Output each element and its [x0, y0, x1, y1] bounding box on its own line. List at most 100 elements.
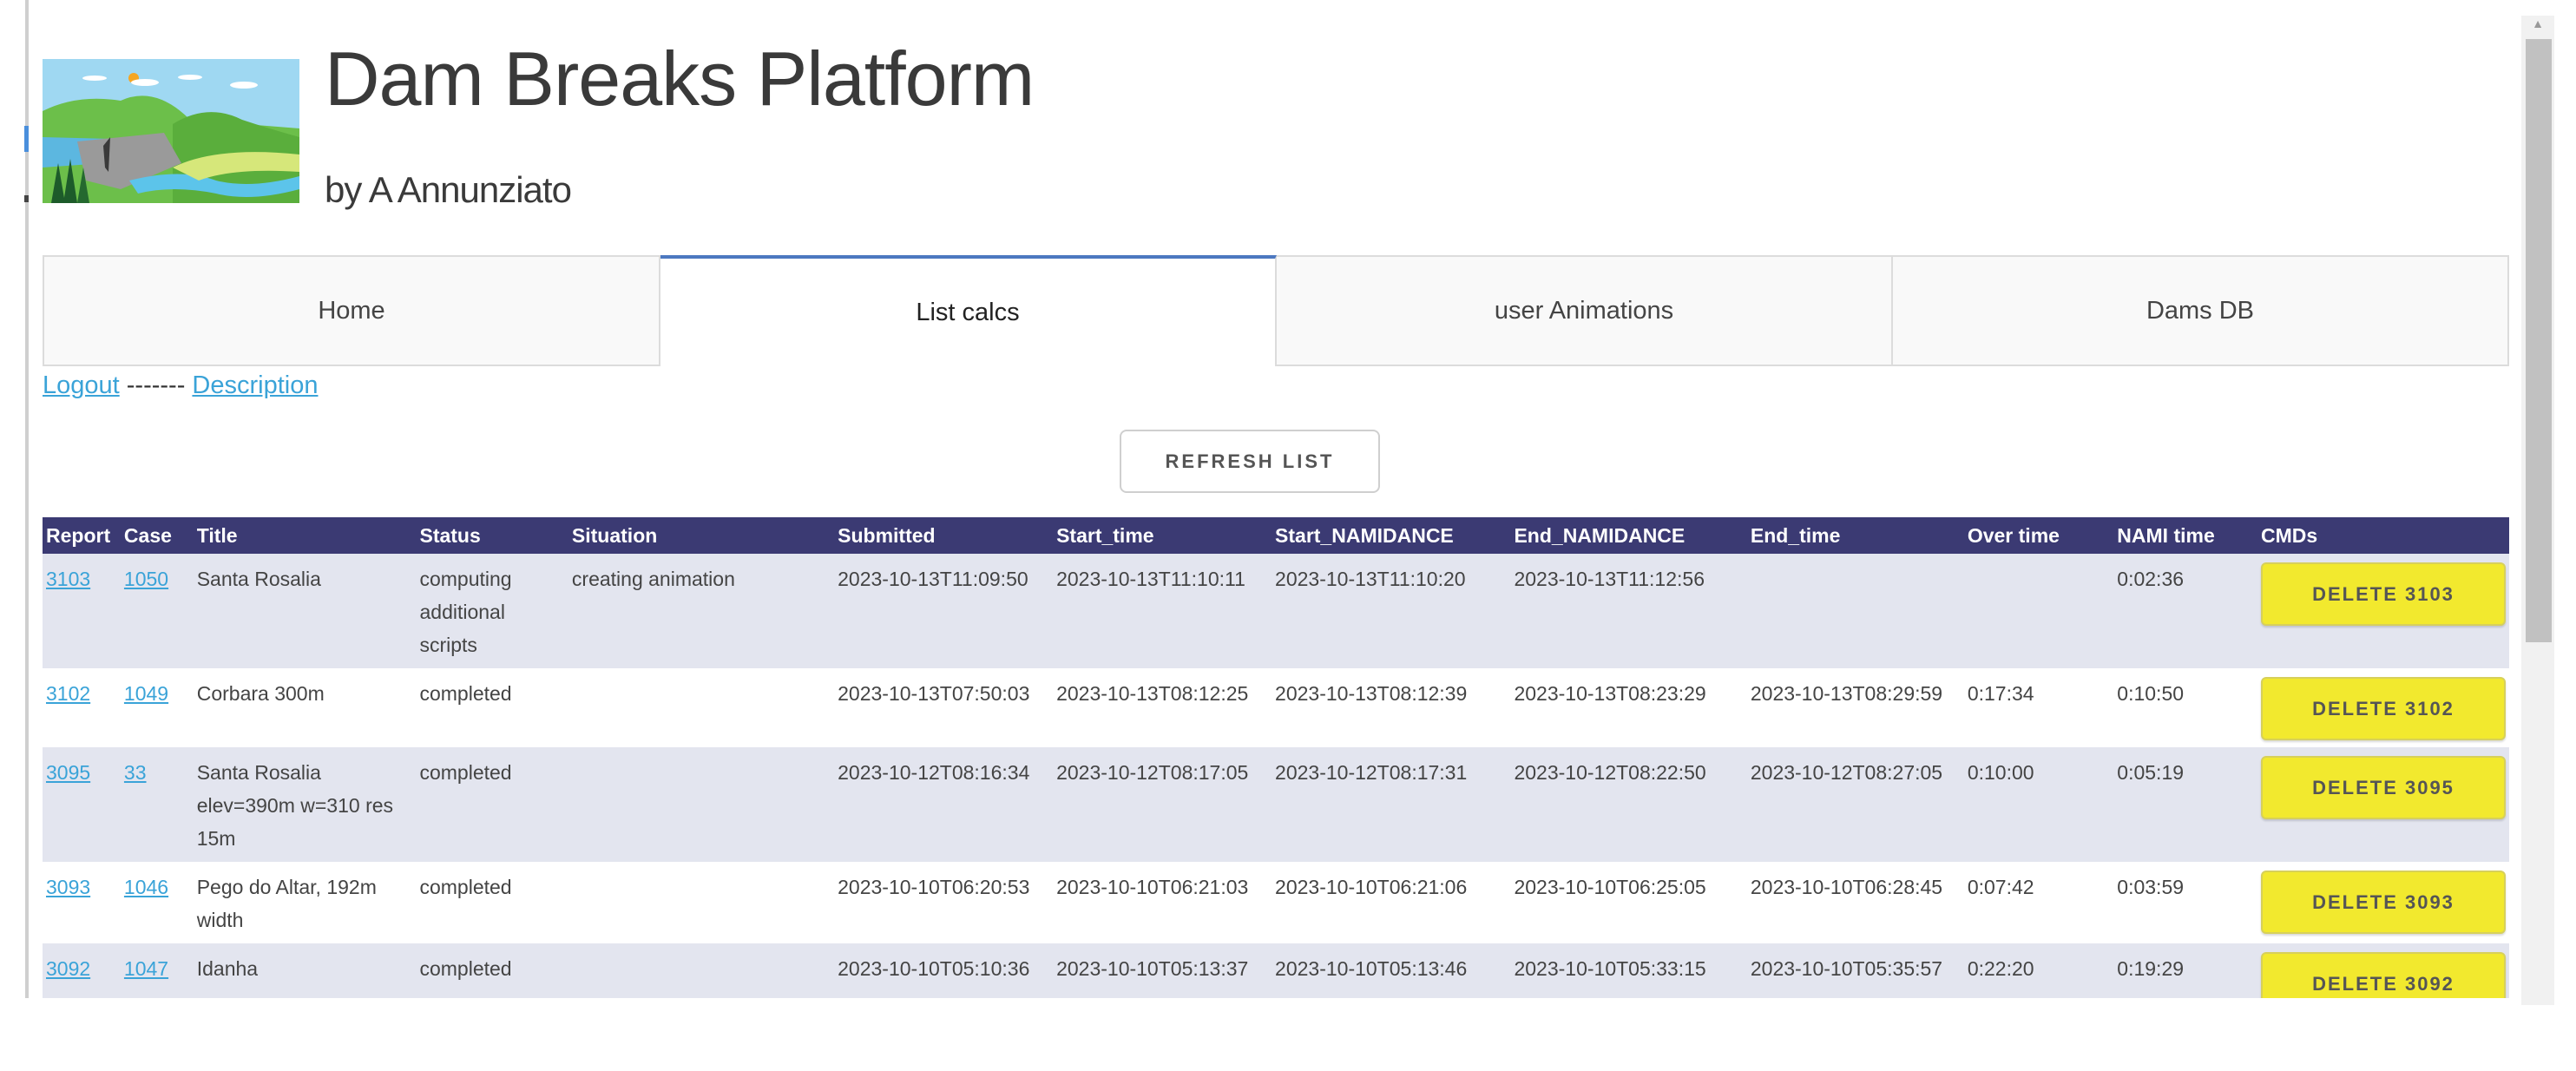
- status-cell: completed: [419, 761, 512, 784]
- case-link[interactable]: 1046: [124, 876, 168, 898]
- end-time-cell: [1746, 554, 1964, 668]
- end-namidance-cell: 2023-10-10T05:33:15: [1514, 957, 1706, 980]
- scrollbar-thumb[interactable]: [2526, 39, 2552, 642]
- start-namidance-cell: 2023-10-13T08:12:39: [1272, 668, 1511, 747]
- over-time-cell: 0:10:00: [1967, 761, 2034, 784]
- title-cell: Santa Rosalia elev=390m w=310 res 15m: [196, 761, 394, 850]
- table-row: 3093 1046 Pego do Altar, 192m width complet…: [43, 862, 2509, 943]
- end-namidance-cell: 2023-10-10T06:25:05: [1510, 862, 1747, 943]
- report-cell: 3103: [43, 554, 121, 668]
- column-header-submitted: Submitted: [834, 517, 1054, 554]
- tab-list-calcs[interactable]: List calcs: [660, 255, 1277, 366]
- end-namidance-cell: 2023-10-13T11:12:56: [1510, 554, 1747, 668]
- over-time-cell: 0:17:34: [1963, 668, 2114, 747]
- over-time-cell: 0:10:00: [1963, 747, 2114, 862]
- tab-dams-db[interactable]: Dams DB: [1893, 255, 2509, 366]
- case-cell: 33: [120, 747, 194, 862]
- start-time-cell: 2023-10-12T08:17:05: [1056, 761, 1249, 784]
- clipped-cell: [1053, 1022, 1272, 1071]
- clipped-cell: [834, 1022, 1054, 1071]
- nami-time-cell: 0:05:19: [2113, 747, 2257, 862]
- end-time-cell: 2023-10-13T08:29:59: [1746, 668, 1964, 747]
- title-cell: Pego do Altar, 192m width: [196, 876, 377, 931]
- submitted-cell: 2023-10-10T06:20:53: [834, 862, 1054, 943]
- nami-time-cell: 0:02:36: [2117, 568, 2185, 590]
- column-header-title: Title: [193, 517, 417, 554]
- report-cell: 3102: [43, 668, 121, 747]
- start-time-cell: 2023-10-10T06:21:03: [1056, 876, 1249, 898]
- account-links: Logout ------- Description: [43, 371, 318, 400]
- start-namidance-cell: 2023-10-12T08:17:31: [1272, 747, 1511, 862]
- submitted-cell: 2023-10-13T11:09:50: [838, 568, 1028, 590]
- tab-user-animations[interactable]: user Animations: [1277, 255, 1893, 366]
- status-cell: completed: [416, 862, 568, 943]
- report-link[interactable]: 3095: [46, 761, 90, 784]
- refresh-list-button[interactable]: REFRESH LIST: [1120, 430, 1380, 493]
- end-time-cell: 2023-10-13T08:29:59: [1750, 682, 1943, 705]
- case-link[interactable]: 1049: [124, 682, 168, 705]
- column-header-nami-time: NAMI time: [2113, 517, 2257, 554]
- cmds-cell: DELETE 3102: [2257, 668, 2509, 747]
- report-link[interactable]: 3103: [46, 568, 90, 590]
- column-header-case: Case: [120, 517, 194, 554]
- report-link[interactable]: 3102: [46, 682, 90, 705]
- title-cell: Corbara 300m: [193, 668, 417, 747]
- column-header-cmds: CMDs: [2257, 517, 2509, 554]
- clipped-cell: [1272, 1022, 1511, 1071]
- case-link[interactable]: 1047: [124, 957, 168, 980]
- start-namidance-cell: 2023-10-10T05:13:46: [1275, 957, 1468, 980]
- start-time-cell: 2023-10-13T11:10:11: [1056, 568, 1245, 590]
- over-time-cell: [1963, 554, 2114, 668]
- case-cell: 1046: [120, 862, 194, 943]
- title-cell: Santa Rosalia: [196, 568, 321, 590]
- nami-time-cell: 0:03:59: [2113, 862, 2257, 943]
- cmds-cell: DELETE 3093: [2257, 862, 2509, 943]
- case-link[interactable]: 1050: [124, 568, 168, 590]
- title-cell: Pego do Altar, 192m width: [193, 862, 417, 943]
- start-time-cell: 2023-10-13T08:12:25: [1056, 682, 1249, 705]
- over-time-cell: 0:22:20: [1967, 957, 2034, 980]
- column-header-end-namidance: End_NAMIDANCE: [1510, 517, 1747, 554]
- end-time-cell: 2023-10-12T08:27:05: [1750, 761, 1943, 784]
- clipped-cell: [1510, 1022, 1747, 1071]
- description-link[interactable]: Description: [192, 371, 318, 399]
- case-link[interactable]: 33: [124, 761, 147, 784]
- column-header-over-time: Over time: [1963, 517, 2114, 554]
- logout-link[interactable]: Logout: [43, 371, 120, 399]
- nami-time-cell: 0:05:19: [2117, 761, 2185, 784]
- calculations-table: Report Case Title Status Situation Submi…: [43, 517, 2509, 1071]
- table-header-row: Report Case Title Status Situation Submi…: [43, 517, 2509, 554]
- column-header-situation: Situation: [568, 517, 835, 554]
- case-cell: 1050: [120, 554, 194, 668]
- submitted-cell: 2023-10-13T07:50:03: [838, 682, 1030, 705]
- table-row: 3102 1049 Corbara 300m completed 2023-10-13T…: [43, 668, 2509, 747]
- cmds-cell: DELETE 3103: [2257, 554, 2509, 668]
- nami-time-cell: 0:10:50: [2113, 668, 2257, 747]
- delete-button[interactable]: DELETE 3103: [2261, 562, 2506, 626]
- scroll-up-arrow-icon[interactable]: ▲: [2527, 17, 2548, 30]
- nami-time-cell: 0:19:29: [2117, 957, 2185, 980]
- end-namidance-cell: 2023-10-13T11:12:56: [1514, 568, 1705, 590]
- start-namidance-cell: 2023-10-12T08:17:31: [1275, 761, 1468, 784]
- clipped-cell: [120, 1022, 194, 1071]
- report-cell: 3093: [43, 862, 121, 943]
- report-link[interactable]: 3093: [46, 876, 90, 898]
- column-header-status: Status: [416, 517, 568, 554]
- end-namidance-cell: 2023-10-12T08:22:50: [1510, 747, 1747, 862]
- report-link[interactable]: 3092: [46, 957, 90, 980]
- situation-cell: [568, 747, 835, 862]
- start-time-cell: 2023-10-12T08:17:05: [1053, 747, 1272, 862]
- clipped-cell: [1746, 1022, 1964, 1071]
- delete-button[interactable]: DELETE 3093: [2261, 871, 2506, 934]
- over-time-cell: 0:07:42: [1967, 876, 2034, 898]
- nami-time-cell: 0:03:59: [2117, 876, 2185, 898]
- page-title: Dam Breaks Platform: [325, 36, 1035, 122]
- viewport-bottom-edge: [0, 998, 2576, 1028]
- nami-time-cell: 0:10:50: [2117, 682, 2185, 705]
- tab-home[interactable]: Home: [43, 255, 660, 366]
- end-namidance-cell: 2023-10-12T08:22:50: [1514, 761, 1706, 784]
- delete-button[interactable]: DELETE 3095: [2261, 756, 2506, 819]
- case-cell: 1049: [120, 668, 194, 747]
- submitted-cell: 2023-10-13T07:50:03: [834, 668, 1054, 747]
- delete-button[interactable]: DELETE 3102: [2261, 677, 2506, 740]
